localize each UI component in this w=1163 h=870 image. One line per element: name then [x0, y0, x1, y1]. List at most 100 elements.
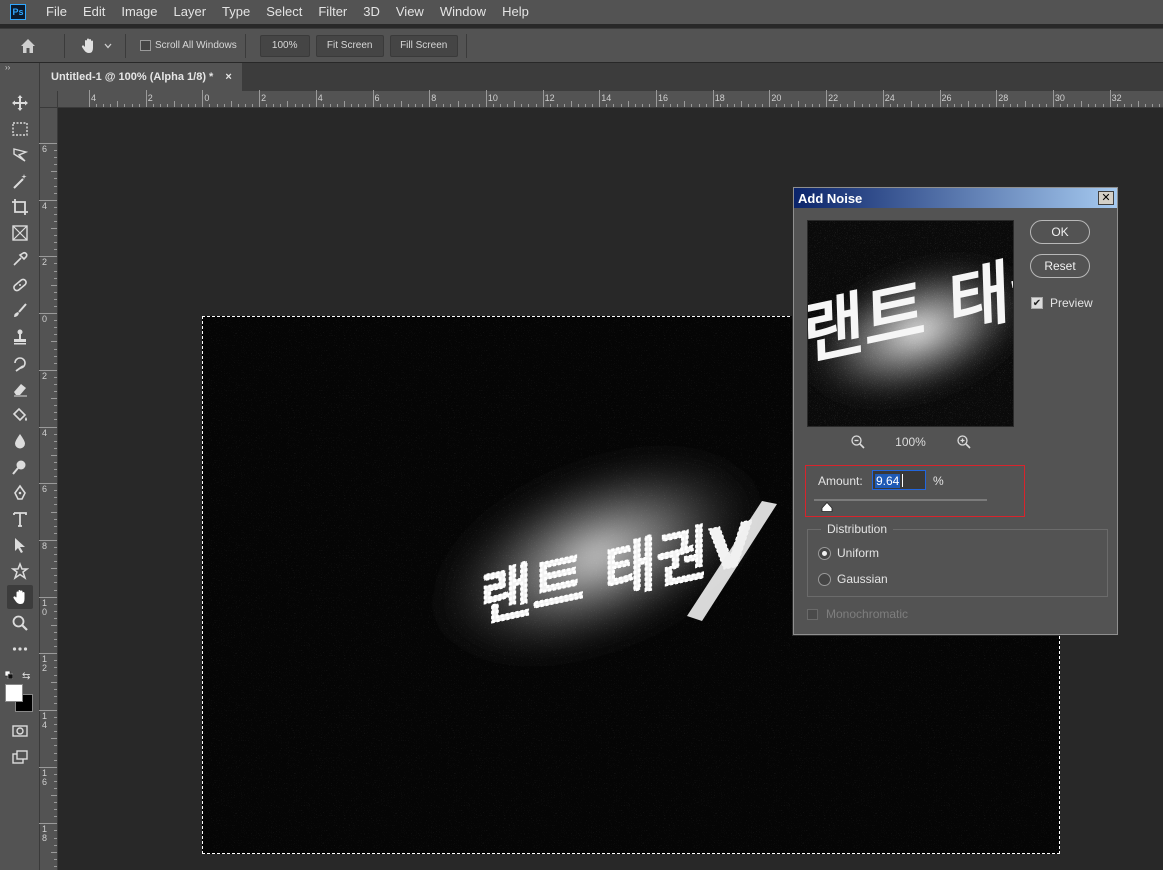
ruler-tick [39, 143, 57, 144]
scroll-all-windows-checkbox[interactable]: Scroll All Windows [140, 40, 237, 51]
menu-filter[interactable]: Filter [310, 0, 355, 24]
ruler-tick [166, 104, 168, 107]
amount-control-group: Amount: 9.64 % [805, 465, 1025, 517]
ruler-tick [51, 171, 57, 173]
type-tool-icon[interactable] [10, 509, 30, 529]
ruler-tick [705, 104, 707, 107]
amount-input[interactable]: 9.64 [872, 470, 926, 490]
magic-wand-tool-icon[interactable] [10, 171, 30, 191]
brush-tool-icon[interactable] [10, 301, 30, 321]
reset-button[interactable]: Reset [1030, 254, 1090, 278]
hand-tool-icon[interactable] [7, 585, 33, 609]
ruler-tick [54, 844, 57, 846]
ruler-tick [1095, 104, 1097, 107]
menu-edit[interactable]: Edit [75, 0, 113, 24]
home-icon[interactable] [18, 36, 38, 56]
default-colors-icon[interactable] [5, 671, 13, 679]
ruler-label: 24 [884, 93, 895, 103]
ruler-tick [54, 546, 57, 548]
radio-button[interactable] [818, 546, 831, 560]
chevron-down-icon[interactable] [103, 41, 113, 51]
expand-panel-icon[interactable]: ›› [0, 63, 40, 77]
quick-mask-icon[interactable] [10, 721, 30, 741]
path-selection-tool-icon[interactable] [10, 535, 30, 555]
blur-tool-icon[interactable] [10, 431, 30, 451]
checkbox-box[interactable] [140, 40, 151, 51]
dialog-close-button[interactable]: ✕ [1098, 191, 1114, 205]
menu-select[interactable]: Select [258, 0, 310, 24]
filter-preview[interactable]: 랜트 태권V [807, 220, 1014, 427]
move-tool-icon[interactable] [10, 93, 30, 113]
fit-screen-button[interactable]: Fit Screen [315, 34, 384, 57]
ruler-tick [54, 695, 57, 697]
ruler-tick [904, 104, 906, 107]
healing-brush-tool-icon[interactable] [10, 275, 30, 295]
ruler-tick [344, 101, 346, 107]
menu-help[interactable]: Help [494, 0, 537, 24]
menu-window[interactable]: Window [432, 0, 494, 24]
ok-button[interactable]: OK [1030, 220, 1090, 244]
uniform-radio[interactable]: Uniform [818, 546, 879, 560]
dodge-tool-icon[interactable] [10, 457, 30, 477]
ruler-tick [54, 759, 57, 761]
zoom-100-button[interactable]: 100% [259, 34, 310, 57]
ruler-corner [40, 91, 58, 108]
ruler-label: 18 [714, 93, 725, 103]
menu-layer[interactable]: Layer [166, 0, 215, 24]
menu-bar: Ps File Edit Image Layer Type Select Fil… [0, 0, 1163, 24]
frame-tool-icon[interactable] [10, 223, 30, 243]
ruler-tick [159, 104, 161, 107]
dialog-title-bar[interactable]: Add Noise ✕ [794, 188, 1117, 208]
foreground-color[interactable] [5, 684, 23, 702]
ruler-label: 6 [374, 93, 380, 103]
lasso-tool-icon[interactable] [10, 145, 30, 165]
eyedropper-tool-icon[interactable] [10, 249, 30, 269]
ruler-tick [54, 617, 57, 619]
ruler-tick [769, 90, 771, 107]
history-brush-tool-icon[interactable] [10, 353, 30, 373]
ruler-tick [514, 101, 516, 107]
zoom-in-icon[interactable] [956, 434, 972, 450]
menu-type[interactable]: Type [214, 0, 258, 24]
ruler-tick [1024, 101, 1026, 107]
marquee-tool-icon[interactable] [10, 119, 30, 139]
eraser-tool-icon[interactable] [10, 379, 30, 399]
menu-file[interactable]: File [38, 0, 75, 24]
crop-tool-icon[interactable] [10, 197, 30, 217]
hand-tool-icon[interactable] [79, 36, 99, 56]
close-icon[interactable]: × [225, 71, 231, 83]
custom-shape-tool-icon[interactable] [10, 561, 30, 581]
ruler-tick [379, 104, 381, 107]
paint-bucket-tool-icon[interactable] [10, 405, 30, 425]
dialog-title: Add Noise [798, 190, 863, 206]
vertical-ruler[interactable]: 6 4 2 0 2 4 6 8 1 0 1 2 1 4 1 6 1 8 [39, 108, 58, 870]
ruler-tick [854, 101, 856, 107]
zoom-tool-icon[interactable] [10, 613, 30, 633]
amount-slider-track[interactable] [814, 499, 987, 501]
fill-screen-button[interactable]: Fill Screen [389, 34, 458, 57]
pen-tool-icon[interactable] [10, 483, 30, 503]
amount-slider-thumb[interactable] [821, 502, 833, 512]
preview-checkbox[interactable]: ✔ Preview [1031, 296, 1093, 310]
ruler-tick [54, 717, 57, 719]
menu-image[interactable]: Image [113, 0, 165, 24]
text-caret [902, 474, 903, 487]
ruler-tick [54, 476, 57, 478]
menu-view[interactable]: View [388, 0, 432, 24]
horizontal-ruler[interactable]: 4 2 0 2 4 6 8 10 12 14 16 18 20 22 24 26 28 30 32 [58, 90, 1163, 108]
menu-3d[interactable]: 3D [355, 0, 388, 24]
clone-stamp-tool-icon[interactable] [10, 327, 30, 347]
gaussian-radio[interactable]: Gaussian [818, 572, 888, 586]
radio-button[interactable] [818, 572, 831, 586]
more-tools-icon[interactable] [10, 639, 30, 659]
checkmark-icon[interactable]: ✔ [1031, 297, 1043, 309]
swap-colors-icon[interactable]: ⇆ [22, 671, 30, 682]
ruler-tick [39, 483, 57, 485]
ruler-label: 6 [42, 144, 48, 154]
screen-mode-icon[interactable] [10, 747, 30, 767]
ruler-tick [39, 596, 57, 598]
ruler-tick [443, 104, 445, 107]
ruler-label: 10 [487, 93, 498, 103]
document-tab[interactable]: Untitled-1 @ 100% (Alpha 1/8) * × [40, 63, 242, 91]
ruler-tick [131, 104, 133, 107]
